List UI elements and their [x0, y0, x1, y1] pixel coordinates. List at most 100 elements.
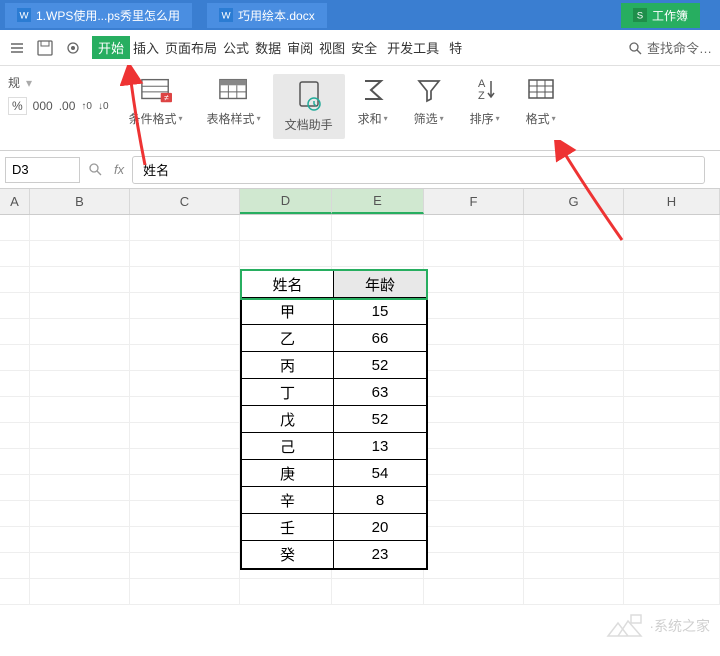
cell[interactable]: [424, 553, 524, 579]
column-header-H[interactable]: H: [624, 189, 720, 214]
sum-button[interactable]: 求和▾: [345, 74, 401, 127]
cell[interactable]: [424, 501, 524, 527]
cell[interactable]: [424, 215, 524, 241]
cell[interactable]: [624, 371, 720, 397]
tab-dev[interactable]: 开发工具: [384, 38, 442, 57]
format-percent[interactable]: %: [8, 97, 27, 115]
cell[interactable]: [524, 397, 624, 423]
save-icon[interactable]: [36, 39, 54, 57]
cell[interactable]: [624, 397, 720, 423]
cell[interactable]: [524, 241, 624, 267]
cell[interactable]: [30, 527, 130, 553]
cell[interactable]: [624, 215, 720, 241]
cell[interactable]: [524, 423, 624, 449]
table-cell[interactable]: 癸: [242, 541, 334, 568]
table-cell[interactable]: 20: [334, 514, 426, 541]
table-cell[interactable]: 甲: [242, 298, 334, 325]
cell[interactable]: [624, 501, 720, 527]
cell[interactable]: [130, 293, 240, 319]
cell[interactable]: [424, 371, 524, 397]
tab-data[interactable]: 数据: [252, 38, 284, 57]
table-cell[interactable]: 52: [334, 406, 426, 433]
cell[interactable]: [0, 371, 30, 397]
table-style-button[interactable]: 表格样式▾: [195, 74, 273, 127]
cell[interactable]: [240, 579, 332, 605]
cell[interactable]: [0, 345, 30, 371]
column-header-A[interactable]: A: [0, 189, 30, 214]
table-cell[interactable]: 15: [334, 298, 426, 325]
filter-button[interactable]: 筛选▾: [401, 74, 457, 127]
cell[interactable]: [30, 579, 130, 605]
cell[interactable]: [30, 293, 130, 319]
search-command[interactable]: 查找命令…: [628, 38, 712, 57]
cell[interactable]: [624, 579, 720, 605]
cell[interactable]: [30, 345, 130, 371]
cell[interactable]: [130, 319, 240, 345]
table-cell[interactable]: 63: [334, 379, 426, 406]
cell[interactable]: [30, 553, 130, 579]
format-addzero[interactable]: .00: [59, 99, 76, 113]
table-cell[interactable]: 52: [334, 352, 426, 379]
cell[interactable]: [130, 345, 240, 371]
column-header-G[interactable]: G: [524, 189, 624, 214]
cell[interactable]: [424, 345, 524, 371]
cell[interactable]: [524, 345, 624, 371]
cell[interactable]: [524, 579, 624, 605]
cell[interactable]: [30, 475, 130, 501]
table-cell[interactable]: 庚: [242, 460, 334, 487]
cell[interactable]: [624, 319, 720, 345]
tab-layout[interactable]: 页面布局: [162, 38, 220, 57]
cell[interactable]: [624, 241, 720, 267]
cell[interactable]: [624, 475, 720, 501]
cell[interactable]: [424, 475, 524, 501]
cell[interactable]: [130, 527, 240, 553]
cell[interactable]: [130, 241, 240, 267]
cell[interactable]: [30, 423, 130, 449]
cell[interactable]: [30, 267, 130, 293]
cell[interactable]: [524, 371, 624, 397]
cell[interactable]: [332, 579, 424, 605]
table-cell[interactable]: 66: [334, 325, 426, 352]
table-cell[interactable]: 丁: [242, 379, 334, 406]
name-box[interactable]: D3: [5, 157, 80, 183]
cell[interactable]: [130, 553, 240, 579]
cell[interactable]: [130, 501, 240, 527]
cell[interactable]: [0, 475, 30, 501]
cell[interactable]: [624, 553, 720, 579]
cell[interactable]: [524, 475, 624, 501]
doc-tab-1[interactable]: W 1.WPS使用...ps秀里怎么用: [5, 3, 192, 28]
cell[interactable]: [0, 241, 30, 267]
cell[interactable]: [524, 449, 624, 475]
cell[interactable]: [524, 319, 624, 345]
cell[interactable]: [30, 371, 130, 397]
table-header[interactable]: 姓名: [242, 271, 334, 298]
cell[interactable]: [130, 423, 240, 449]
formula-input[interactable]: 姓名: [132, 156, 705, 184]
column-header-E[interactable]: E: [332, 189, 424, 214]
cell[interactable]: [240, 241, 332, 267]
sort-button[interactable]: AZ 排序▾: [457, 74, 513, 127]
table-header[interactable]: 年龄: [334, 271, 426, 298]
cell[interactable]: [524, 501, 624, 527]
cell[interactable]: [130, 371, 240, 397]
cell[interactable]: [0, 319, 30, 345]
fx-label[interactable]: fx: [114, 162, 124, 177]
cell[interactable]: [424, 449, 524, 475]
preview-icon[interactable]: [64, 39, 82, 57]
cell[interactable]: [0, 293, 30, 319]
cell[interactable]: [524, 527, 624, 553]
cell[interactable]: [524, 215, 624, 241]
cell[interactable]: [0, 501, 30, 527]
menu-icon[interactable]: [8, 39, 26, 57]
cell[interactable]: [624, 293, 720, 319]
cell[interactable]: [130, 215, 240, 241]
tab-special[interactable]: 特: [446, 38, 465, 57]
cell[interactable]: [30, 241, 130, 267]
cell[interactable]: [130, 449, 240, 475]
table-cell[interactable]: 23: [334, 541, 426, 568]
cell[interactable]: [624, 267, 720, 293]
table-cell[interactable]: 己: [242, 433, 334, 460]
tab-insert[interactable]: 插入: [130, 38, 162, 57]
cell[interactable]: [30, 397, 130, 423]
format-button[interactable]: 格式▾: [513, 74, 569, 127]
